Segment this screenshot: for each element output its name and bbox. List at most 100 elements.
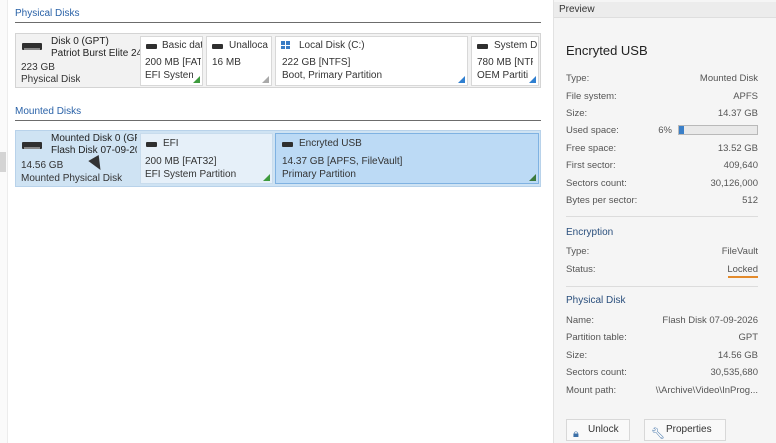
flash-disk-icon bbox=[22, 142, 42, 149]
row-value: GPT bbox=[738, 332, 758, 343]
disk-model: Patriot Burst Elite 24 bbox=[51, 48, 143, 59]
lock-icon: 🔒︎ bbox=[573, 428, 579, 440]
properties-label: Properties bbox=[666, 424, 712, 435]
bytes-per-sector-row: Bytes per sector: 512 bbox=[566, 195, 758, 207]
partition-name: Unalloca bbox=[229, 40, 268, 51]
preview-divider bbox=[566, 216, 758, 217]
row-key: Status: bbox=[566, 264, 596, 275]
partition-detail: 16 MB bbox=[212, 57, 241, 68]
used-space-fill bbox=[679, 126, 684, 134]
disk-type: Physical Disk bbox=[21, 74, 81, 85]
partition-desc: EFI System bbox=[145, 70, 193, 81]
physical-disks-heading: Physical Disks bbox=[15, 8, 80, 19]
row-key: Mount path: bbox=[566, 385, 617, 396]
left-panel-edge bbox=[0, 0, 8, 443]
row-value: FileVault bbox=[721, 246, 758, 257]
physical-name-row: Name: Flash Disk 07-09-2026 bbox=[566, 315, 758, 327]
partition-name: Basic dat bbox=[162, 40, 202, 51]
partition-efi[interactable]: EFI 200 MB [FAT32] EFI System Partition bbox=[140, 133, 273, 184]
partition-unallocated[interactable]: Unalloca 16 MB bbox=[206, 36, 272, 86]
disk-model: Flash Disk 07-09-20 bbox=[51, 145, 137, 156]
row-key: Sectors count: bbox=[566, 178, 627, 189]
encryption-heading: Encryption bbox=[566, 227, 614, 238]
file-system-row: File system: APFS bbox=[566, 91, 758, 103]
row-key: Used space: bbox=[566, 125, 619, 136]
encryption-status-row: Status: Locked bbox=[566, 264, 758, 278]
partition-local-disk-c[interactable]: Local Disk (C:) 222 GB [NTFS] Boot, Prim… bbox=[275, 36, 468, 86]
partition-corner-marker bbox=[193, 76, 200, 83]
hard-disk-icon bbox=[22, 43, 42, 50]
physical-sectors-row: Sectors count: 30,535,680 bbox=[566, 367, 758, 379]
partition-icon bbox=[212, 44, 223, 49]
row-key: Type: bbox=[566, 73, 590, 84]
row-value: \\Archive\Video\InProg... bbox=[655, 385, 758, 396]
row-value: 30,535,680 bbox=[710, 367, 758, 378]
partition-icon bbox=[282, 142, 293, 147]
partition-basic-data[interactable]: Basic dat 200 MB [FAT3 EFI System bbox=[140, 36, 203, 86]
partition-name: Encryted USB bbox=[299, 138, 362, 149]
row-key: Partition table: bbox=[566, 332, 627, 343]
partition-detail: 222 GB [NTFS] bbox=[282, 57, 351, 68]
row-value: 30,126,000 bbox=[710, 178, 758, 189]
partition-detail: 200 MB [FAT3 bbox=[145, 57, 201, 68]
preview-panel: Preview Encryted USB Type: Mounted Disk … bbox=[553, 0, 776, 443]
row-key: Size: bbox=[566, 108, 588, 119]
partition-corner-marker bbox=[529, 174, 536, 181]
mount-path-row: Mount path: \\Archive\Video\InProg... bbox=[566, 385, 758, 397]
row-value: 14.56 GB bbox=[717, 350, 758, 361]
sectors-count-row: Sectors count: 30,126,000 bbox=[566, 178, 758, 190]
row-key: First sector: bbox=[566, 160, 616, 171]
volume-type-row: Type: Mounted Disk bbox=[566, 73, 758, 85]
partition-corner-marker bbox=[263, 174, 270, 181]
row-value: 14.37 GB bbox=[717, 108, 758, 119]
partition-detail: 780 MB [NTF bbox=[477, 57, 533, 68]
partition-desc: Primary Partition bbox=[282, 169, 356, 180]
partition-name: System D bbox=[494, 40, 538, 51]
disk-name: Mounted Disk 0 (GP bbox=[51, 133, 137, 144]
partition-corner-marker bbox=[458, 76, 465, 83]
partition-encryted-usb[interactable]: Encryted USB 14.37 GB [APFS, FileVault] … bbox=[275, 133, 539, 184]
physical-disk-heading: Physical Disk bbox=[566, 295, 626, 306]
disk-type: Mounted Physical Disk bbox=[21, 173, 123, 184]
row-value: Flash Disk 07-09-2026 bbox=[662, 315, 758, 326]
row-key: Size: bbox=[566, 350, 588, 361]
row-key: Bytes per sector: bbox=[566, 195, 638, 206]
locked-underline bbox=[728, 276, 758, 278]
unlock-button[interactable]: 🔒︎ Unlock bbox=[566, 419, 630, 441]
properties-button[interactable]: 🔧︎ Properties bbox=[644, 419, 726, 441]
row-key: File system: bbox=[566, 91, 617, 102]
partition-detail: 14.37 GB [APFS, FileVault] bbox=[282, 156, 403, 167]
partition-icon bbox=[477, 44, 488, 49]
partition-desc: EFI System Partition bbox=[145, 169, 237, 180]
partition-table-row: Partition table: GPT bbox=[566, 332, 758, 344]
preview-header: Preview bbox=[554, 2, 776, 18]
windows-icon bbox=[281, 41, 290, 49]
used-space-row: Used space: 6% bbox=[566, 125, 758, 137]
status-locked: Locked bbox=[727, 264, 758, 275]
used-space-percent: 6% bbox=[658, 125, 672, 136]
row-value: 13.52 GB bbox=[717, 143, 758, 154]
mounted-disks-heading: Mounted Disks bbox=[15, 106, 82, 117]
partition-corner-marker bbox=[529, 76, 536, 83]
partition-detail: 200 MB [FAT32] bbox=[145, 156, 217, 167]
section-divider bbox=[15, 22, 541, 23]
row-key: Name: bbox=[566, 315, 594, 326]
row-key: Type: bbox=[566, 246, 590, 257]
collapse-handle[interactable] bbox=[0, 152, 6, 172]
used-space-bar bbox=[678, 125, 758, 135]
encryption-type-row: Type: FileVault bbox=[566, 246, 758, 258]
wrench-icon: 🔧︎ bbox=[651, 428, 665, 440]
row-value: APFS bbox=[733, 91, 758, 102]
partition-desc: OEM Partiti bbox=[477, 70, 529, 81]
row-value: Mounted Disk bbox=[699, 73, 758, 84]
physical-disk-row[interactable]: Disk 0 (GPT) Patriot Burst Elite 24 223 … bbox=[15, 33, 541, 88]
unlock-label: Unlock bbox=[588, 424, 619, 435]
partition-system[interactable]: System D 780 MB [NTF OEM Partiti bbox=[471, 36, 539, 86]
physical-size-row: Size: 14.56 GB bbox=[566, 350, 758, 362]
partition-name: Local Disk (C:) bbox=[299, 40, 365, 51]
partition-icon bbox=[146, 142, 157, 147]
preview-title: Encryted USB bbox=[566, 43, 648, 58]
row-value: 512 bbox=[742, 195, 758, 206]
partition-icon bbox=[146, 44, 157, 49]
first-sector-row: First sector: 409,640 bbox=[566, 160, 758, 172]
